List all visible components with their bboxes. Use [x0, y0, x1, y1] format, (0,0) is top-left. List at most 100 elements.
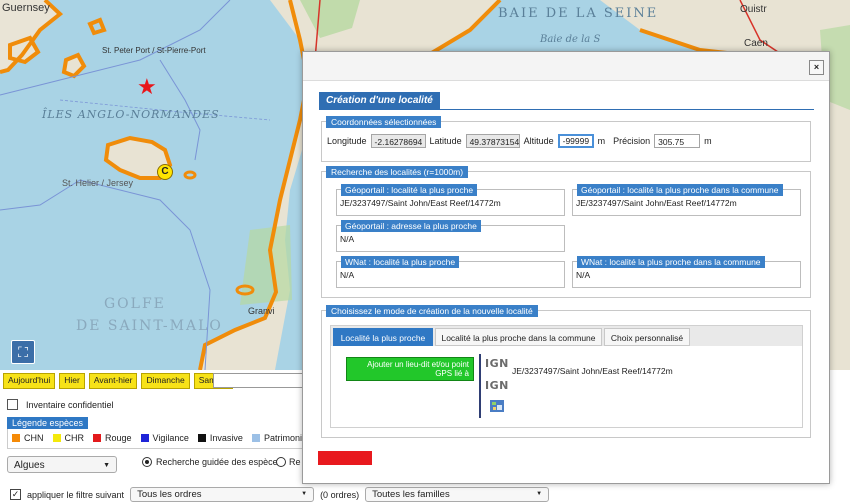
legend-swatch [52, 434, 61, 442]
title-divider [319, 109, 814, 110]
tab-custom-choice[interactable]: Choix personnalisé [604, 328, 690, 346]
legend-label: Vigilance [152, 433, 189, 443]
map-label-port: St. Peter Port / St-Pierre-Port [102, 46, 206, 55]
legend-item: Vigilance [140, 433, 189, 443]
latitude-label: Latitude [429, 136, 462, 146]
date-input[interactable] [213, 373, 305, 388]
confidential-row: Inventaire confidentiel [7, 399, 114, 410]
geo-nearest-commune-label: Géoportail : localité la plus proche dan… [577, 184, 783, 196]
taxon-group-select[interactable]: Algues ▼ [7, 456, 117, 473]
legend-swatch [12, 434, 20, 442]
guided-search-label: Recherche guidée des espèces [156, 457, 283, 467]
wnat-nearest-commune-value: N/A [576, 270, 591, 280]
geo-address-label: Géoportail : adresse la plus proche [341, 220, 481, 232]
chevron-down-icon: ▼ [536, 491, 543, 497]
chevron-down-icon: ▼ [301, 491, 308, 497]
chevron-down-icon: ▼ [103, 462, 110, 469]
legend-item: CHR [52, 433, 84, 443]
legend-label: Rouge [105, 433, 132, 443]
create-locality-dialog: × Création d'une localité Coordonnées sé… [302, 51, 830, 484]
wnat-nearest-value: N/A [340, 270, 355, 280]
altitude-field[interactable]: -99999 [557, 134, 594, 148]
legend-swatch [197, 434, 206, 442]
delete-button[interactable]: Supprimer [318, 451, 372, 465]
date-yesterday-button[interactable]: Hier [59, 373, 85, 389]
legend-item: Invasive [197, 433, 243, 443]
date-sunday-button[interactable]: Dimanche [141, 373, 190, 389]
map-label-st-helier: St. Helier / Jersey [62, 178, 134, 188]
dialog-header[interactable]: × [303, 52, 829, 81]
geo-nearest-value: JE/3237497/Saint John/East Reef/14772m [340, 198, 501, 208]
families-value: Toutes les familles [372, 489, 450, 500]
close-icon[interactable]: × [809, 60, 824, 75]
map-label-golfe: GOLFE [104, 296, 166, 312]
wnat-nearest-commune-label: WNat : localité la plus proche dans la c… [577, 256, 765, 268]
creation-mode-panel: Ajouter un lieu-dit et/ou point GPS lié … [330, 346, 803, 428]
guided-search-radio[interactable] [142, 457, 152, 467]
legend-item: Rouge [93, 433, 132, 443]
filter-label: appliquer le filtre suivant [27, 489, 125, 500]
map-label-ouistreham: Ouistr [740, 4, 767, 15]
other-search-radio[interactable] [276, 457, 286, 467]
guided-search-option[interactable]: Recherche guidée des espèces [142, 457, 282, 467]
latitude-field[interactable]: 49.37873154 [465, 134, 520, 148]
altitude-label: Altitude [523, 136, 554, 146]
locality-search-legend: Recherche des localités (r=1000m) [326, 166, 469, 178]
legend-swatch [93, 434, 101, 442]
creation-mode-tabs: Localité la plus proche Localité la plus… [330, 325, 803, 347]
date-shortcut-bar: Aujourd'hui Hier Avant-hier Dimanche Sam… [3, 373, 233, 389]
species-legend-items: CHN CHR Rouge Vigilance Invasive Patrimo… [12, 433, 341, 443]
locality-search-fieldset: Recherche des localités (r=1000m) Géopor… [321, 166, 811, 298]
date-today-button[interactable]: Aujourd'hui [3, 373, 56, 389]
other-search-option[interactable]: Re [276, 457, 301, 467]
geo-nearest-box: Géoportail : localité la plus proche JE/… [336, 184, 565, 216]
filter-checkbox[interactable]: ✓ [10, 489, 21, 500]
map-label-caen: Caen [744, 38, 768, 49]
location-marker[interactable]: C [157, 164, 173, 180]
longitude-field[interactable]: -2.16278694 [370, 134, 426, 148]
precision-label: Précision [613, 136, 651, 146]
geo-address-box: Géoportail : adresse la plus proche N/A [336, 220, 565, 252]
coordinates-legend: Coordonnées sélectionnées [326, 116, 442, 128]
precision-field[interactable]: 305.75 [654, 134, 701, 148]
tab-nearest-in-commune[interactable]: Localité la plus proche dans la commune [435, 328, 602, 346]
geo-nearest-label: Géoportail : localité la plus proche [341, 184, 478, 196]
map-navigation-icon[interactable]: ⛶ [11, 340, 35, 364]
confidential-checkbox[interactable] [7, 399, 18, 410]
map-label-baie: BAIE DE LA SEINE [498, 6, 659, 21]
orders-count: (0 ordres) [320, 489, 360, 500]
map-label-baie-de-seine: Baie de la S [540, 34, 601, 45]
longitude-label: Longitude [327, 136, 367, 146]
tab-nearest-locality[interactable]: Localité la plus proche [333, 328, 433, 346]
orders-value: Tous les ordres [137, 489, 202, 500]
coordinates-row: Longitude -2.16278694 Latitude 49.378731… [327, 134, 712, 148]
ign-locality-value: JE/3237497/Saint John/East Reef/14772m [512, 366, 673, 376]
wnat-nearest-commune-box: WNat : localité la plus proche dans la c… [572, 256, 801, 288]
dialog-title: Création d'une localité [319, 92, 440, 109]
confidential-label: Inventaire confidentiel [26, 399, 114, 410]
legend-label: CHN [24, 433, 44, 443]
selected-point-star-icon[interactable]: ★ [137, 76, 157, 98]
date-day-before-button[interactable]: Avant-hier [88, 373, 138, 389]
altitude-unit: m [597, 136, 606, 146]
families-select[interactable]: Toutes les familles ▼ [365, 487, 550, 502]
creation-mode-legend: Choisissez le mode de création de la nou… [326, 305, 538, 317]
orders-select[interactable]: Tous les ordres ▼ [130, 487, 315, 502]
ign-logo-icon: IGN [485, 379, 509, 392]
creation-mode-fieldset: Choisissez le mode de création de la nou… [321, 305, 811, 438]
legend-label: Invasive [209, 433, 243, 443]
filter-row: ✓ appliquer le filtre suivant Tous les o… [10, 487, 550, 502]
geo-nearest-commune-box: Géoportail : localité la plus proche dan… [572, 184, 801, 216]
taxon-group-value: Algues [14, 460, 45, 471]
map-label-guernsey: Guernsey [2, 2, 50, 14]
map-thumbnail-icon[interactable] [490, 400, 504, 412]
legend-swatch [140, 434, 149, 442]
ign-logo-icon: IGN [485, 357, 509, 370]
coordinates-fieldset: Coordonnées sélectionnées Longitude -2.1… [321, 116, 811, 162]
other-search-label: Re [289, 457, 301, 467]
geo-nearest-commune-value: JE/3237497/Saint John/East Reef/14772m [576, 198, 737, 208]
ign-divider [479, 354, 481, 418]
add-locality-button[interactable]: Ajouter un lieu-dit et/ou point GPS lié … [346, 357, 474, 381]
map-label-granville: Granvi [248, 306, 275, 316]
wnat-nearest-label: WNat : localité la plus proche [341, 256, 460, 268]
